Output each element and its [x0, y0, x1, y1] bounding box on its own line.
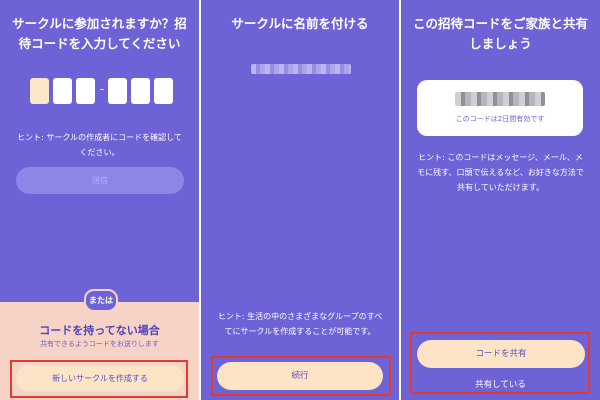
code-digit-box-3[interactable] — [76, 78, 95, 104]
invite-code-value — [455, 92, 545, 106]
already-shared-link[interactable]: 共有している — [401, 378, 600, 390]
name-circle-panel: サークルに名前を付ける ヒント: 生活の中のさまざまなグループのすべてにサークル… — [201, 0, 399, 400]
continue-button[interactable]: 続行 — [217, 362, 383, 390]
code-digit-box-6[interactable] — [154, 78, 173, 104]
invite-code-card: このコードは2日間有効です — [417, 80, 583, 136]
name-circle-title: サークルに名前を付ける — [231, 16, 369, 31]
code-separator: - — [99, 82, 105, 96]
share-code-button[interactable]: コードを共有 — [417, 340, 585, 368]
or-divider-badge: または — [84, 289, 118, 312]
no-code-subtitle: 共有できるようコードをお送りします — [40, 340, 159, 348]
submit-button[interactable]: 送信 — [16, 167, 184, 194]
code-validity-text: このコードは2日間有効です — [455, 115, 545, 123]
code-digit-box-1[interactable] — [30, 78, 49, 104]
share-code-title: この招待コードをご家族と共有しましょう — [412, 16, 588, 51]
join-hint-text: ヒント: サークルの作成者にコードを確認してください。 — [17, 133, 182, 157]
create-circle-button[interactable]: 新しいサークルを作成する — [16, 365, 184, 392]
code-digit-box-5[interactable] — [131, 78, 150, 104]
no-code-title: コードを持ってない場合 — [39, 324, 160, 337]
circle-name-input[interactable] — [251, 64, 351, 74]
join-circle-title: サークルに参加されますか？招待コードを入力してください — [12, 16, 187, 51]
code-digit-box-2[interactable] — [53, 78, 72, 104]
code-digit-box-4[interactable] — [108, 78, 127, 104]
share-hint-text: ヒント: このコードはメッセージ、メール、メモに残す、口頭で伝えるなど、お好きな… — [417, 153, 584, 192]
name-hint-text: ヒント: 生活の中のさまざまなグループのすべてにサークルを作成することが可能です… — [217, 312, 383, 336]
join-circle-panel: サークルに参加されますか？招待コードを入力してください - ヒント: サークルの… — [0, 0, 199, 400]
share-code-panel: この招待コードをご家族と共有しましょう このコードは2日間有効です ヒント: こ… — [401, 0, 600, 400]
